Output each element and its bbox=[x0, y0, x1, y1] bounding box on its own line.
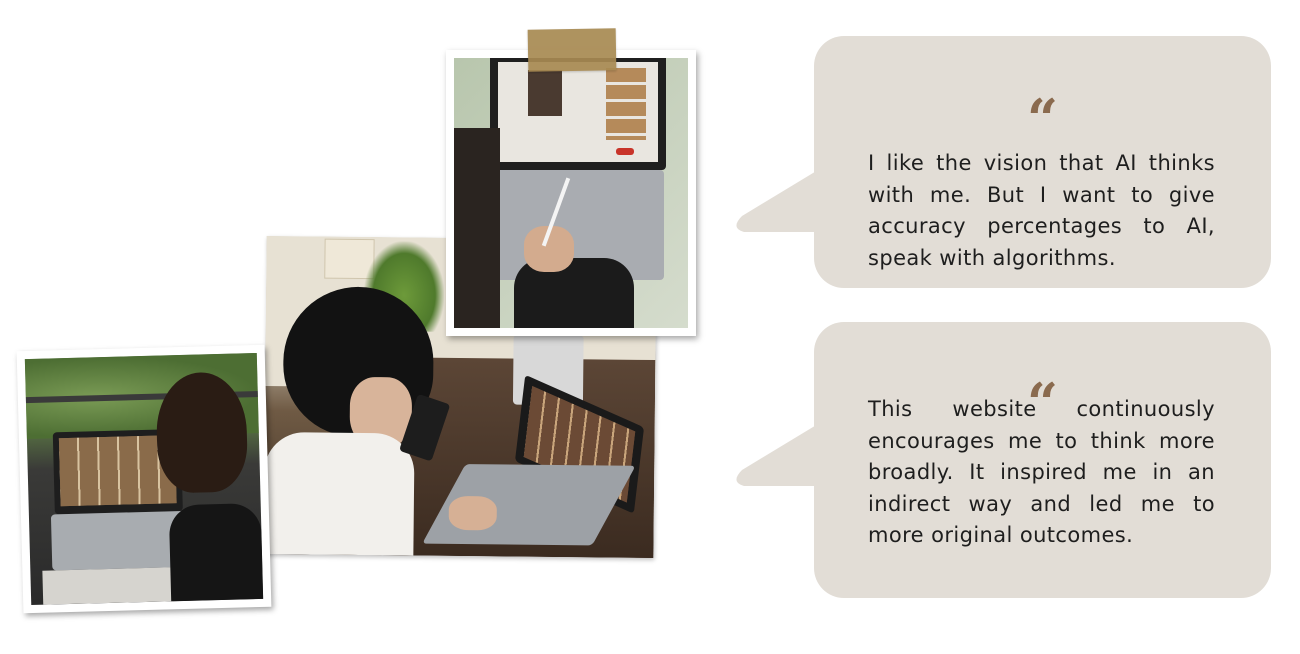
masking-tape bbox=[527, 28, 617, 72]
image-preview bbox=[528, 70, 562, 116]
quote-text: I like the vision that AI thinks with me… bbox=[868, 151, 1215, 270]
person-shoulder bbox=[168, 502, 264, 602]
person-shirt bbox=[263, 431, 415, 556]
photo-top-scene bbox=[454, 58, 688, 328]
red-button bbox=[616, 148, 634, 155]
photo-participant-balcony bbox=[16, 344, 272, 614]
bubble-tail bbox=[736, 424, 818, 486]
quote-mark-icon: “ bbox=[1026, 87, 1059, 151]
image-column bbox=[606, 68, 646, 140]
laptop-screen bbox=[490, 58, 666, 170]
photo-left-scene bbox=[24, 353, 264, 605]
laptop-box bbox=[42, 567, 174, 605]
bubble-tail bbox=[736, 170, 818, 232]
photo-participant-stylus bbox=[446, 50, 696, 336]
website-page bbox=[498, 62, 658, 162]
person-hand bbox=[448, 495, 497, 531]
quote-text: This website continuously encourages me … bbox=[868, 397, 1215, 547]
quote-bubble-2: “ This website continuously encourages m… bbox=[736, 322, 1271, 598]
person-hair bbox=[454, 128, 500, 328]
quote-bubble-1: “ I like the vision that AI thinks with … bbox=[736, 36, 1271, 288]
